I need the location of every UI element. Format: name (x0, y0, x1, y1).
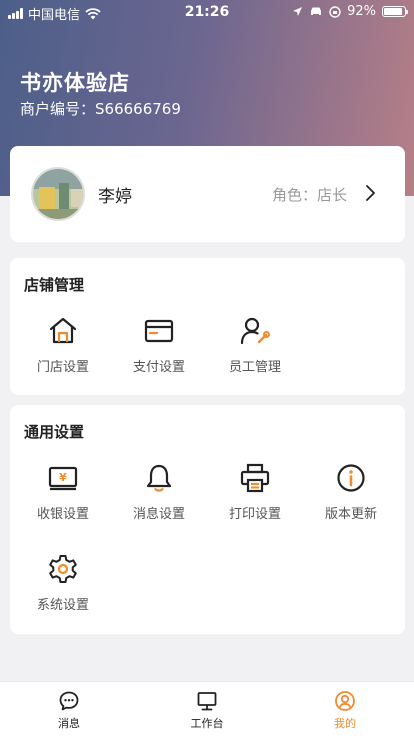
battery-icon (382, 6, 408, 17)
card-icon (144, 319, 174, 343)
tab-messages-label: 消息 (58, 717, 80, 730)
monitor-icon (197, 692, 217, 711)
staff-management-label: 员工管理 (228, 360, 281, 375)
system-settings-item[interactable]: 系统设置 (15, 553, 111, 613)
payment-settings-item[interactable]: 支付设置 (111, 315, 207, 375)
gear-icon (49, 555, 77, 583)
tab-workbench-label: 工作台 (190, 717, 224, 730)
message-settings-item[interactable]: 消息设置 (111, 462, 207, 522)
payment-settings-label: 支付设置 (132, 360, 185, 375)
chevron-right-icon[interactable] (361, 184, 379, 202)
printer-icon (240, 463, 270, 493)
store-settings-item[interactable]: 门店设置 (15, 315, 111, 375)
tab-messages[interactable]: 消息 (0, 682, 138, 736)
cashier-settings-label: 收银设置 (36, 507, 89, 522)
shop-section-title: 店铺管理 (24, 276, 85, 294)
rotation-lock-icon (329, 5, 341, 18)
message-settings-label: 消息设置 (132, 507, 185, 522)
user-role: 角色：店长 (271, 186, 347, 204)
general-section-title: 通用设置 (24, 423, 85, 441)
tab-mine-label: 我的 (334, 717, 356, 730)
version-update-item[interactable]: 版本更新 (303, 462, 399, 522)
tab-bar: 消息 工作台 我的 (0, 681, 414, 736)
info-icon (337, 464, 365, 492)
user-icon (335, 691, 355, 711)
store-settings-label: 门店设置 (36, 360, 89, 375)
battery-label: 92% (347, 4, 376, 19)
print-settings-item[interactable]: 打印设置 (207, 462, 303, 522)
message-icon (59, 691, 79, 711)
avatar (31, 167, 85, 221)
location-icon (293, 7, 303, 16)
cashier-icon: ¥ (48, 466, 78, 491)
user-name: 李婷 (98, 187, 132, 207)
merchant-number: 商户编号：S66666769 (20, 100, 181, 118)
car-icon (311, 7, 322, 15)
store-icon (49, 317, 77, 344)
version-update-label: 版本更新 (324, 507, 377, 522)
cashier-settings-item[interactable]: ¥ 收银设置 (15, 462, 111, 522)
print-settings-label: 打印设置 (228, 507, 281, 522)
profile-card[interactable]: 李婷 角色：店长 (10, 146, 405, 242)
bell-icon (146, 464, 172, 492)
staff-management-item[interactable]: 员工管理 (207, 315, 303, 375)
status-bar: 中国电信 21:26 92% (0, 0, 414, 24)
system-settings-label: 系统设置 (36, 598, 89, 613)
tab-mine[interactable]: 我的 (276, 682, 414, 736)
tab-workbench[interactable]: 工作台 (138, 682, 276, 736)
general-settings-card: 通用设置 ¥ 收银设置 消息设置 打印设置 版本更新 系统设置 (10, 405, 405, 634)
staff-icon (240, 317, 270, 345)
shop-management-card: 店铺管理 门店设置 支付设置 员工管理 (10, 258, 405, 395)
svg-text:¥: ¥ (59, 471, 67, 484)
store-name: 书亦体验店 (20, 71, 130, 95)
